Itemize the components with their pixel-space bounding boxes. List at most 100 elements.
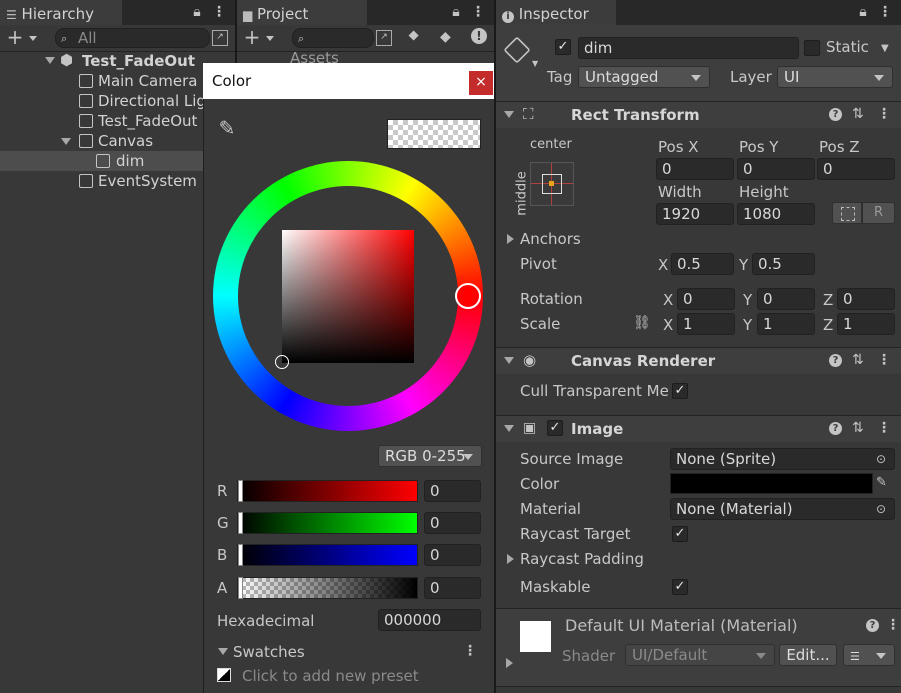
kebab-menu-icon[interactable]: ⋮ [212, 4, 226, 20]
red-slider[interactable] [237, 480, 418, 502]
rotation-y-field[interactable]: 0 [757, 288, 815, 310]
kebab-menu-icon[interactable]: ⋮ [463, 643, 477, 659]
raycast-padding-expand-arrow[interactable] [507, 554, 514, 564]
pivot-y-field[interactable]: 0.5 [752, 253, 815, 275]
object-name-field[interactable]: dim [578, 37, 799, 59]
kebab-menu-icon[interactable]: ⋮ [877, 420, 891, 436]
hierarchy-item-main-camera[interactable]: Main Camera [98, 71, 204, 91]
pos-z-field[interactable]: 0 [817, 158, 895, 180]
blue-value-field[interactable]: 0 [424, 544, 481, 566]
color-mode-dropdown[interactable]: RGB 0-255 [378, 445, 482, 467]
width-field[interactable]: 1920 [656, 203, 734, 225]
edit-shader-button[interactable]: Edit... [779, 644, 837, 666]
rotation-x-field[interactable]: 0 [677, 288, 735, 310]
help-icon[interactable]: ? [829, 422, 842, 435]
kebab-menu-icon[interactable]: ⋮ [877, 106, 891, 122]
cull-transparent-mesh-checkbox[interactable]: ✓ [672, 383, 688, 399]
help-icon[interactable]: ? [829, 354, 842, 367]
red-value-field[interactable]: 0 [424, 480, 481, 502]
project-search-input[interactable] [292, 28, 374, 48]
tab-hierarchy[interactable]: ☰ Hierarchy [0, 0, 122, 25]
hue-wheel-handle[interactable] [455, 283, 481, 309]
pivot-x-field[interactable]: 0.5 [671, 253, 734, 275]
pos-x-field[interactable]: 0 [656, 158, 734, 180]
maskable-checkbox[interactable]: ✓ [672, 579, 688, 595]
image-header[interactable]: ▣ ✓ Image ? ⇅ ⋮ [496, 415, 901, 442]
kebab-menu-icon[interactable]: ⋮ [886, 617, 900, 633]
search-by-type-icon[interactable]: ↗ [376, 30, 392, 46]
label-tag-icon[interactable]: ◆ [440, 29, 451, 45]
hierarchy-item-test-fadeout[interactable]: Test_FadeOut [98, 111, 204, 131]
add-plus-icon[interactable]: + [6, 27, 24, 47]
alpha-slider[interactable] [237, 577, 418, 599]
blueprint-mode-button[interactable] [832, 202, 862, 224]
green-value-field[interactable]: 0 [424, 512, 481, 534]
collapse-arrow[interactable] [504, 425, 514, 432]
slider-handle[interactable] [238, 512, 243, 534]
hierarchy-item-dim[interactable]: dim [116, 151, 144, 171]
saturation-value-square[interactable] [282, 230, 414, 363]
tag-dropdown[interactable]: Untagged [578, 66, 710, 88]
canvas-renderer-header[interactable]: ◉ Canvas Renderer ? ⇅ ⋮ [496, 347, 901, 374]
preset-swatch-icon[interactable] [217, 668, 231, 682]
hierarchy-item-canvas[interactable]: Canvas [98, 131, 153, 151]
collapse-arrow[interactable] [504, 357, 514, 364]
kebab-menu-icon[interactable]: ⋮ [471, 4, 485, 20]
source-image-field[interactable]: None (Sprite) [670, 448, 895, 470]
filter-type-icon[interactable]: ⯁ [408, 29, 419, 45]
anchors-expand-arrow[interactable] [507, 234, 514, 244]
raw-edit-button[interactable]: R [862, 202, 895, 224]
slider-handle[interactable] [238, 544, 243, 566]
scene-visibility-icon[interactable]: ↗ [212, 30, 228, 46]
add-preset-text[interactable]: Click to add new preset [242, 667, 419, 685]
shader-options-button[interactable]: ☰ [843, 644, 895, 666]
shader-dropdown[interactable]: UI/Default [625, 644, 775, 666]
slider-handle[interactable] [238, 480, 243, 502]
hierarchy-item-directional-light[interactable]: Directional Light [98, 91, 204, 111]
add-plus-icon[interactable]: + [243, 27, 261, 47]
green-slider[interactable] [237, 512, 418, 534]
add-dropdown-arrow[interactable] [266, 36, 274, 41]
constrain-proportions-link-icon[interactable]: ⛓ [633, 315, 651, 331]
tab-project[interactable]: ▆ Project [237, 0, 367, 25]
eyedropper-icon[interactable]: ✎ [876, 475, 887, 491]
hierarchy-scene-root[interactable]: Test_FadeOut [82, 51, 195, 71]
slider-handle[interactable] [238, 577, 243, 599]
alpha-value-field[interactable]: 0 [424, 577, 481, 599]
height-field[interactable]: 1080 [737, 203, 815, 225]
expand-scene-arrow[interactable] [45, 57, 55, 64]
scale-y-field[interactable]: 1 [757, 313, 815, 335]
scale-z-field[interactable]: 1 [837, 313, 895, 335]
add-dropdown-arrow[interactable] [29, 36, 37, 41]
close-button[interactable]: × [469, 71, 493, 95]
icon-dropdown-arrow[interactable]: ▼ [532, 56, 538, 72]
color-field-swatch[interactable] [670, 473, 873, 494]
expand-canvas-arrow[interactable] [61, 138, 71, 145]
blue-slider[interactable] [237, 544, 418, 566]
active-checkbox[interactable]: ✓ [555, 39, 571, 55]
presets-sliders-icon[interactable]: ⇅ [852, 420, 864, 436]
sv-picker-handle[interactable] [275, 355, 289, 369]
scale-x-field[interactable]: 1 [677, 313, 735, 335]
hierarchy-item-eventsystem[interactable]: EventSystem [98, 171, 197, 191]
tab-inspector[interactable]: i Inspector [496, 0, 616, 25]
lock-icon[interactable]: 🔒︎ [856, 4, 870, 20]
object-picker-icon[interactable]: ⊙ [876, 451, 886, 467]
help-icon[interactable]: ? [866, 619, 879, 632]
raycast-target-checkbox[interactable]: ✓ [672, 526, 688, 542]
kebab-menu-icon[interactable]: ⋮ [878, 4, 892, 20]
material-expand-arrow[interactable] [506, 658, 513, 668]
rotation-z-field[interactable]: 0 [837, 288, 895, 310]
image-enabled-checkbox[interactable]: ✓ [547, 420, 563, 436]
kebab-menu-icon[interactable]: ⋮ [877, 352, 891, 368]
help-icon[interactable]: ? [829, 108, 842, 121]
presets-sliders-icon[interactable]: ⇅ [852, 352, 864, 368]
layer-dropdown[interactable]: UI [777, 66, 893, 88]
presets-sliders-icon[interactable]: ⇅ [852, 106, 864, 122]
warning-icon[interactable]: ! [471, 28, 487, 44]
anchor-presets-button[interactable] [530, 162, 574, 206]
pos-y-field[interactable]: 0 [737, 158, 815, 180]
hexadecimal-field[interactable]: 000000 [378, 609, 481, 631]
lock-icon[interactable]: 🔒︎ [449, 4, 463, 20]
rect-transform-header[interactable]: ⛶ Rect Transform ? ⇅ ⋮ [496, 101, 901, 128]
